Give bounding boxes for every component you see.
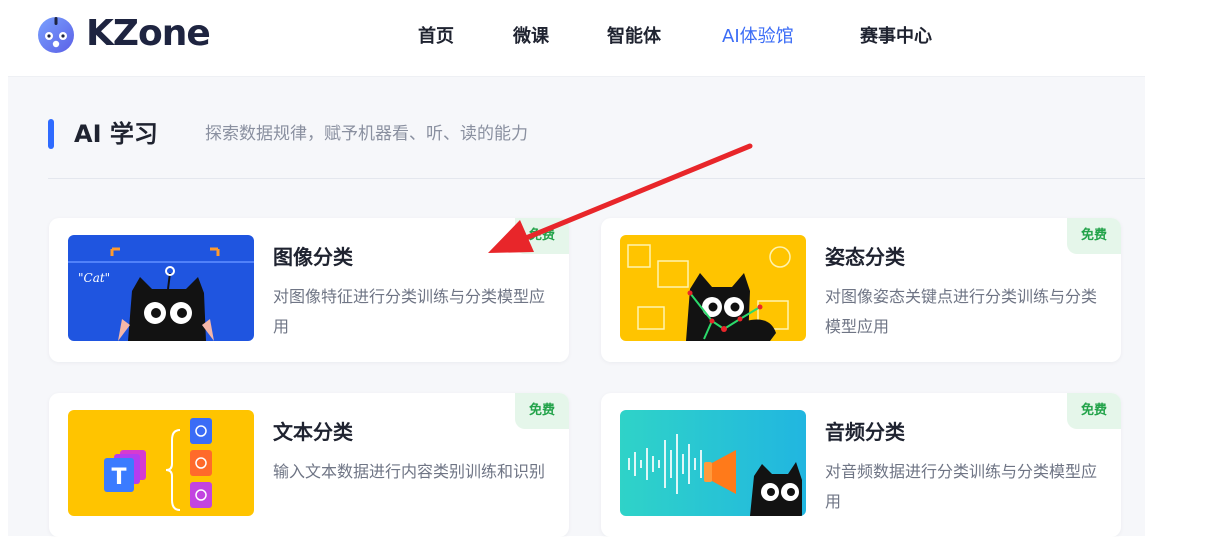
nav-item-ai-experience[interactable]: AI体验馆	[722, 24, 794, 50]
free-badge: 免费	[1067, 218, 1121, 254]
text-classification-thumbnail: T	[68, 410, 254, 516]
card-title: 文本分类	[273, 420, 353, 444]
free-badge: 免费	[515, 393, 569, 429]
section-accent-bar	[48, 119, 54, 149]
card-image-classification[interactable]: 免费 "Cat" 图像分类 对图像特征进行分类训练与分类模型应用	[49, 218, 569, 362]
card-text-classification[interactable]: 免费 T 文本分类 输入文本数据进行内容类别训练和识别	[49, 393, 569, 537]
brand-logo[interactable]: KZone	[36, 13, 211, 54]
card-description: 对图像姿态关键点进行分类训练与分类模型应用	[825, 287, 1098, 336]
audio-classification-thumbnail	[620, 410, 806, 516]
pose-classification-thumbnail	[620, 235, 806, 341]
brand-name: KZone	[86, 13, 211, 54]
kzone-logo-icon	[38, 17, 74, 53]
card-title: 图像分类	[273, 245, 353, 269]
nav-item-microcourse[interactable]: 微课	[513, 24, 549, 50]
section-title: AI 学习	[74, 120, 158, 148]
section-subtitle: 探索数据规律，赋予机器看、听、读的能力	[205, 124, 528, 144]
card-pose-classification[interactable]: 免费 姿态分类 对图像姿态关键点进行分类训练与分类模型应用	[601, 218, 1121, 362]
card-description: 对音频数据进行分类训练与分类模型应用	[825, 462, 1098, 511]
card-title: 音频分类	[825, 420, 905, 444]
cat-label-text: "Cat"	[78, 271, 110, 285]
text-t-glyph: T	[111, 465, 126, 490]
card-audio-classification[interactable]: 免费 音频分类 对音频数据进行分类训练与分类模型应用	[601, 393, 1121, 537]
image-classification-thumbnail: "Cat"	[68, 235, 254, 341]
section-divider	[48, 178, 1145, 179]
card-description: 输入文本数据进行内容类别训练和识别	[273, 462, 546, 481]
nav-item-competition[interactable]: 赛事中心	[860, 24, 932, 50]
top-header: KZone 首页 微课 智能体 AI体验馆 赛事中心	[0, 0, 1145, 76]
nav-item-agents[interactable]: 智能体	[607, 24, 661, 50]
card-description: 对图像特征进行分类训练与分类模型应用	[273, 287, 546, 336]
free-badge: 免费	[1067, 393, 1121, 429]
nav-item-home[interactable]: 首页	[418, 24, 454, 50]
card-title: 姿态分类	[825, 245, 905, 269]
free-badge: 免费	[515, 218, 569, 254]
